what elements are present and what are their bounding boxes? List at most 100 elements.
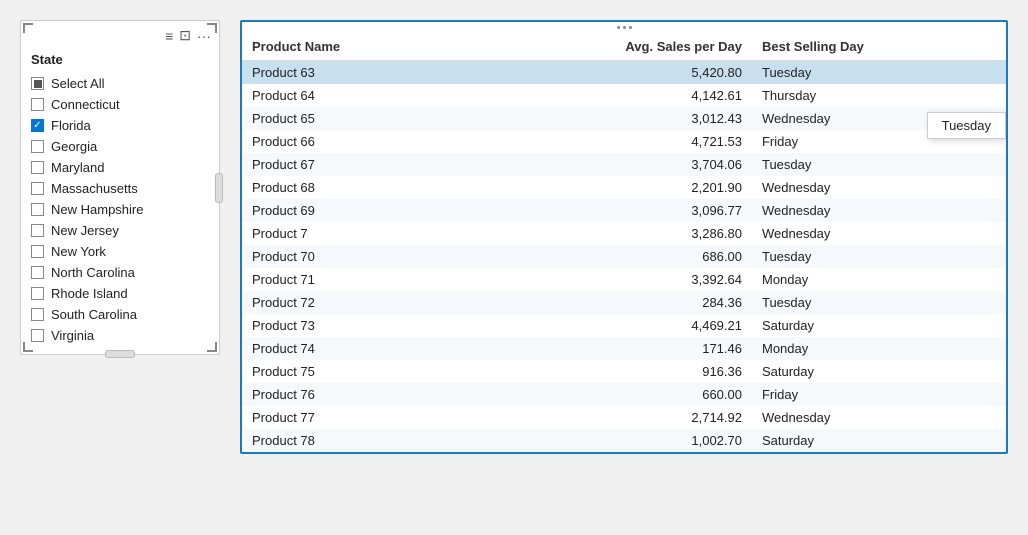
hamburger-icon[interactable]: ≡	[165, 28, 173, 44]
filter-label: Connecticut	[51, 97, 120, 112]
filter-checkbox[interactable]	[31, 329, 44, 342]
table-row[interactable]: Product 644,142.61Thursday	[242, 84, 1006, 107]
table-header: Product Name Avg. Sales per Day Best Sel…	[242, 33, 1006, 61]
filter-item[interactable]: North Carolina	[21, 262, 219, 283]
table-row[interactable]: Product 73,286.80Wednesday	[242, 222, 1006, 245]
select-all-item[interactable]: Select All	[21, 73, 219, 94]
filter-label: Maryland	[51, 160, 104, 175]
product-table-panel: Product Name Avg. Sales per Day Best Sel…	[240, 20, 1008, 454]
filter-item[interactable]: New Jersey	[21, 220, 219, 241]
filter-item[interactable]: South Carolina	[21, 304, 219, 325]
filter-item[interactable]: New Hampshire	[21, 199, 219, 220]
cell-avg-sales: 2,714.92	[467, 406, 752, 429]
filter-item[interactable]: Connecticut	[21, 94, 219, 115]
cell-best-day: Wednesday	[752, 107, 1006, 130]
cell-avg-sales: 4,469.21	[467, 314, 752, 337]
cell-best-day: Wednesday	[752, 222, 1006, 245]
cell-best-day: Tuesday	[752, 245, 1006, 268]
filter-item[interactable]: Rhode Island	[21, 283, 219, 304]
filter-checkbox[interactable]	[31, 245, 44, 258]
cell-avg-sales: 3,096.77	[467, 199, 752, 222]
filter-checkbox[interactable]	[31, 203, 44, 216]
filter-checkbox[interactable]	[31, 308, 44, 321]
filter-item[interactable]: Massachusetts	[21, 178, 219, 199]
cell-avg-sales: 660.00	[467, 383, 752, 406]
filter-label: Florida	[51, 118, 91, 133]
table-row[interactable]: Product 693,096.77Wednesday	[242, 199, 1006, 222]
table-row[interactable]: Product 673,704.06Tuesday	[242, 153, 1006, 176]
select-all-checkbox[interactable]	[31, 77, 44, 90]
table-body: Product 635,420.80TuesdayProduct 644,142…	[242, 61, 1006, 453]
cell-best-day: Saturday	[752, 429, 1006, 452]
cell-product-name: Product 76	[242, 383, 467, 406]
table-row[interactable]: Product 781,002.70Saturday	[242, 429, 1006, 452]
filter-label: Georgia	[51, 139, 97, 154]
drag-dot-1	[617, 26, 620, 29]
cell-best-day: Wednesday	[752, 199, 1006, 222]
cell-product-name: Product 64	[242, 84, 467, 107]
table-row[interactable]: Product 653,012.43Wednesday	[242, 107, 1006, 130]
table-wrapper: Product Name Avg. Sales per Day Best Sel…	[240, 20, 1008, 454]
filter-checkbox[interactable]	[31, 140, 44, 153]
cell-product-name: Product 75	[242, 360, 467, 383]
cell-product-name: Product 71	[242, 268, 467, 291]
cell-avg-sales: 3,392.64	[467, 268, 752, 291]
table-row[interactable]: Product 664,721.53Friday	[242, 130, 1006, 153]
cell-best-day: Thursday	[752, 84, 1006, 107]
cell-avg-sales: 3,286.80	[467, 222, 752, 245]
cell-avg-sales: 2,201.90	[467, 176, 752, 199]
expand-icon[interactable]: ⊡	[179, 27, 191, 44]
header-row: Product Name Avg. Sales per Day Best Sel…	[242, 33, 1006, 61]
state-filter-panel: ≡ ⊡ ··· State Select All ConnecticutFlor…	[20, 20, 220, 355]
cell-best-day: Monday	[752, 337, 1006, 360]
filter-label: New Hampshire	[51, 202, 143, 217]
filter-label: Rhode Island	[51, 286, 128, 301]
table-row[interactable]: Product 734,469.21Saturday	[242, 314, 1006, 337]
corner-br	[207, 342, 217, 352]
table-row[interactable]: Product 682,201.90Wednesday	[242, 176, 1006, 199]
filter-checkbox[interactable]	[31, 161, 44, 174]
table-drag-handle[interactable]	[242, 22, 1006, 33]
filter-checkbox[interactable]	[31, 224, 44, 237]
filter-item[interactable]: Virginia	[21, 325, 219, 346]
filter-checkbox[interactable]	[31, 119, 44, 132]
filter-label: New York	[51, 244, 106, 259]
corner-bl	[23, 342, 33, 352]
filter-checkbox[interactable]	[31, 182, 44, 195]
filter-checkbox[interactable]	[31, 98, 44, 111]
filter-label: South Carolina	[51, 307, 137, 322]
cell-best-day: Tuesday	[752, 153, 1006, 176]
resize-handle-bottom[interactable]	[105, 350, 135, 358]
filter-checkbox[interactable]	[31, 266, 44, 279]
cell-best-day: Saturday	[752, 314, 1006, 337]
table-row[interactable]: Product 772,714.92Wednesday	[242, 406, 1006, 429]
resize-handle-right[interactable]	[215, 173, 223, 203]
table-row[interactable]: Product 713,392.64Monday	[242, 268, 1006, 291]
corner-tr	[207, 23, 217, 33]
cell-best-day: Tuesday	[752, 61, 1006, 85]
cell-product-name: Product 70	[242, 245, 467, 268]
main-container: ≡ ⊡ ··· State Select All ConnecticutFlor…	[20, 20, 1008, 454]
drag-dots	[617, 26, 632, 29]
table-row[interactable]: Product 76660.00Friday	[242, 383, 1006, 406]
drag-dot-3	[629, 26, 632, 29]
filter-item[interactable]: New York	[21, 241, 219, 262]
filter-item[interactable]: Florida	[21, 115, 219, 136]
table-row[interactable]: Product 72284.36Tuesday	[242, 291, 1006, 314]
table-row[interactable]: Product 75916.36Saturday	[242, 360, 1006, 383]
drag-dot-2	[623, 26, 626, 29]
col-product-name: Product Name	[242, 33, 467, 61]
table-row[interactable]: Product 70686.00Tuesday	[242, 245, 1006, 268]
table-row[interactable]: Product 74171.46Monday	[242, 337, 1006, 360]
filter-item[interactable]: Georgia	[21, 136, 219, 157]
col-best-day: Best Selling Day	[752, 33, 1006, 61]
cell-avg-sales: 4,721.53	[467, 130, 752, 153]
cell-best-day: Wednesday	[752, 406, 1006, 429]
filter-checkbox[interactable]	[31, 287, 44, 300]
table-row[interactable]: Product 635,420.80Tuesday	[242, 61, 1006, 85]
cell-product-name: Product 78	[242, 429, 467, 452]
product-table: Product Name Avg. Sales per Day Best Sel…	[242, 33, 1006, 452]
filter-item[interactable]: Maryland	[21, 157, 219, 178]
cell-avg-sales: 916.36	[467, 360, 752, 383]
cell-product-name: Product 74	[242, 337, 467, 360]
